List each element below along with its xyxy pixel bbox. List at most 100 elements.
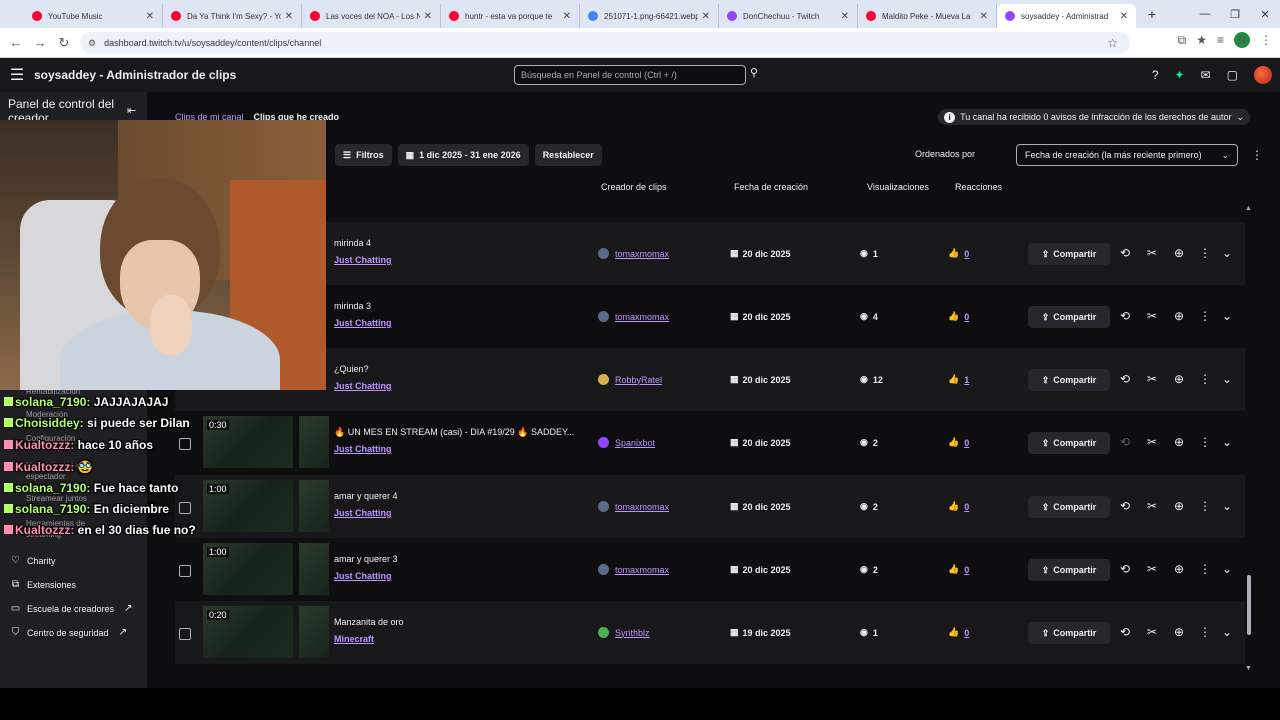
user-avatar[interactable] [1254,66,1272,84]
row-checkbox[interactable] [179,502,191,514]
clip-title[interactable]: amar y querer 3 [334,554,398,564]
clip-reactions[interactable]: 👍 0 [948,501,969,512]
clip-row[interactable]: mirinda 3 Just Chatting tomaxmomax ▦ 20 dic … [175,285,1245,348]
clip-creator-link[interactable]: Spanixbot [598,437,655,448]
clip-category-link[interactable]: Just Chatting [334,381,392,391]
share-button[interactable]: ⇪ Compartir [1028,432,1110,454]
clip-thumbnail[interactable]: 1:00 [203,543,293,595]
clip-reactions[interactable]: 👍 0 [948,311,969,322]
media-icon[interactable]: ≡ [1217,33,1224,47]
browser-tab[interactable]: Las voces del NOA - Los N ✕ [302,4,441,28]
add-circle-icon[interactable]: ⊕ [1172,372,1186,386]
chat-bubble-icon[interactable]: ▢ [1227,68,1238,82]
add-circle-icon[interactable]: ⊕ [1172,435,1186,449]
browser-tab[interactable]: YouTube Music ✕ [24,4,163,28]
refresh-icon[interactable]: ⟲ [1118,562,1132,576]
more-options-icon[interactable]: ⋮ [1198,246,1212,260]
browser-tab[interactable]: DonChechuu - Twitch ✕ [719,4,858,28]
site-info-icon[interactable]: ⚙ [88,38,96,49]
clip-category-link[interactable]: Just Chatting [334,318,392,328]
browser-tab[interactable]: huntr - esta va porque te ✕ [441,4,580,28]
restore-icon[interactable]: ❐ [1220,8,1250,21]
scrollbar[interactable]: ▲ ▼ [1245,205,1253,673]
refresh-icon[interactable]: ⟲ [1118,435,1132,449]
chevron-down-icon[interactable]: ⌄ [1220,435,1234,449]
column-header-date[interactable]: Fecha de creación [734,182,808,192]
new-tab-button[interactable]: + [1142,6,1162,22]
search-input[interactable]: Búsqueda en Panel de control (Ctrl + /) [514,65,746,85]
more-options-icon[interactable]: ⋮ [1251,148,1263,162]
clip-creator-link[interactable]: tomaxmomax [598,564,669,575]
chevron-down-icon[interactable]: ⌄ [1220,625,1234,639]
clip-thumbnail[interactable]: 0:20 [203,606,293,658]
search-icon[interactable]: ⚲ [750,66,766,84]
clip-row[interactable]: 0:30 🔥 UN MES EN STREAM (casi) - DIA #19/… [175,411,1245,474]
share-button[interactable]: ⇪ Compartir [1028,243,1110,265]
add-circle-icon[interactable]: ⊕ [1172,309,1186,323]
bookmark-star-icon[interactable]: ☆ [1107,36,1118,50]
browser-tab[interactable]: Da Ya Think I'm Sexy? - Yo ✕ [163,4,302,28]
reload-icon[interactable]: ↻ [52,35,76,51]
scissors-icon[interactable]: ✂ [1145,309,1159,323]
scissors-icon[interactable]: ✂ [1145,246,1159,260]
add-circle-icon[interactable]: ⊕ [1172,246,1186,260]
filters-button[interactable]: ☰ Filtros [335,144,392,166]
scissors-icon[interactable]: ✂ [1145,562,1159,576]
clip-row[interactable]: ¿Quien? Just Chatting RobbyRatel ▦ 20 dic 20… [175,348,1245,411]
clip-category-link[interactable]: Just Chatting [334,444,392,454]
chevron-down-icon[interactable]: ⌄ [1220,309,1234,323]
chevron-down-icon[interactable]: ⌄ [1220,246,1234,260]
refresh-icon[interactable]: ⟲ [1118,499,1132,513]
menu-icon[interactable]: ☰ [0,65,34,85]
collapse-icon[interactable]: ⇤ [127,104,136,117]
row-checkbox[interactable] [179,628,191,640]
url-field[interactable]: ⚙ dashboard.twitch.tv/u/soysaddey/conten… [80,32,1130,54]
clip-category-link[interactable]: Just Chatting [334,255,392,265]
add-circle-icon[interactable]: ⊕ [1172,625,1186,639]
more-options-icon[interactable]: ⋮ [1198,625,1212,639]
add-circle-icon[interactable]: ⊕ [1172,499,1186,513]
clip-reactions[interactable]: 👍 1 [948,374,969,385]
close-tab-icon[interactable]: ✕ [702,11,710,22]
clip-creator-link[interactable]: RobbyRatel [598,374,662,385]
refresh-icon[interactable]: ⟲ [1118,372,1132,386]
sidebar-item-safety-center[interactable]: ⛉ Centro de seguridad ↗ [10,627,127,638]
more-options-icon[interactable]: ⋮ [1198,562,1212,576]
scissors-icon[interactable]: ✂ [1145,499,1159,513]
close-tab-icon[interactable]: ✕ [1120,11,1128,22]
close-tab-icon[interactable]: ✕ [285,11,293,22]
refresh-icon[interactable]: ⟲ [1118,309,1132,323]
more-options-icon[interactable]: ⋮ [1198,499,1212,513]
help-icon[interactable]: ? [1152,68,1159,82]
sidebar-item-charity[interactable]: ♡ Charity [10,555,56,566]
copyright-notice[interactable]: i Tu canal ha recibido 0 avisos de infra… [938,109,1250,125]
clip-row[interactable]: 1:00 amar y querer 3 Just Chatting tomaxmom… [175,538,1245,601]
close-tab-icon[interactable]: ✕ [841,11,849,22]
clip-title[interactable]: mirinda 3 [334,301,371,311]
more-options-icon[interactable]: ⋮ [1198,372,1212,386]
back-icon[interactable]: ← [4,35,28,50]
close-tab-icon[interactable]: ✕ [980,11,988,22]
column-header-creator[interactable]: Creador de clips [601,182,667,192]
column-header-views[interactable]: Visualizaciones [867,182,929,192]
share-button[interactable]: ⇪ Compartir [1028,496,1110,518]
clip-thumbnail[interactable]: 1:00 [203,480,293,532]
browser-tab[interactable]: soysaddey - Administrad ✕ [997,4,1136,28]
clip-title[interactable]: ¿Quien? [334,364,369,374]
creator-sparkle-icon[interactable]: ✦ [1175,68,1185,82]
clip-row[interactable]: 1:00 amar y querer 4 Just Chatting tomaxmom… [175,475,1245,538]
scroll-down-icon[interactable]: ▼ [1245,665,1252,672]
minimize-icon[interactable]: — [1190,8,1220,20]
clip-category-link[interactable]: Just Chatting [334,571,392,581]
more-options-icon[interactable]: ⋮ [1198,435,1212,449]
share-button[interactable]: ⇪ Compartir [1028,559,1110,581]
sort-select[interactable]: Fecha de creación (la más reciente prime… [1016,144,1238,166]
reset-button[interactable]: Restablecer [534,144,602,166]
clip-category-link[interactable]: Minecraft [334,634,374,644]
more-options-icon[interactable]: ⋮ [1198,309,1212,323]
clip-reactions[interactable]: 👍 0 [948,627,969,638]
mail-icon[interactable]: ✉ [1201,68,1211,82]
profile-avatar[interactable]: N [1234,32,1250,48]
chevron-down-icon[interactable]: ⌄ [1220,562,1234,576]
share-button[interactable]: ⇪ Compartir [1028,306,1110,328]
